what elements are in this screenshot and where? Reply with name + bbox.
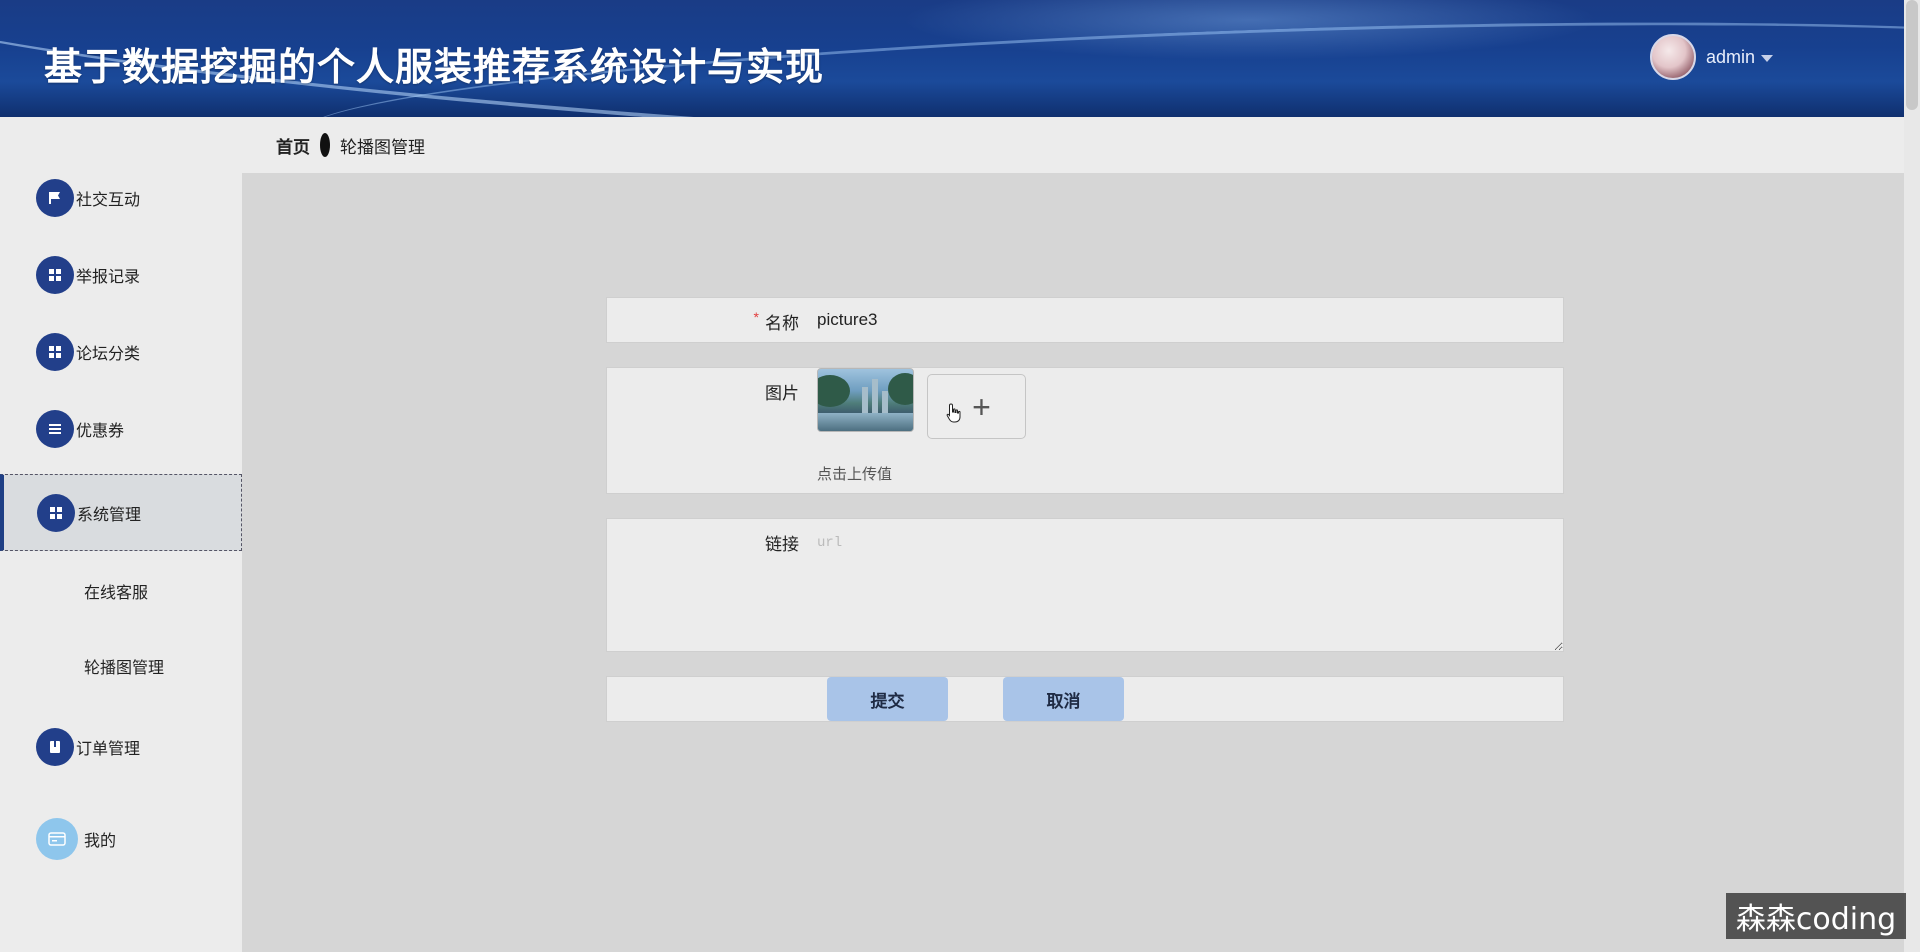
hand-cursor-icon xyxy=(946,403,961,423)
cancel-button[interactable]: 取消 xyxy=(1003,677,1124,721)
link-label: 链接 xyxy=(765,535,799,554)
name-input[interactable] xyxy=(809,298,1563,342)
avatar[interactable] xyxy=(1650,34,1696,80)
submit-button[interactable]: 提交 xyxy=(827,677,948,721)
sidebar-item-coupons[interactable]: 优惠券 xyxy=(0,397,242,461)
link-textarea[interactable] xyxy=(809,519,1563,651)
sidebar-item-label: 举报记录 xyxy=(76,269,141,286)
sidebar-item-social[interactable]: 社交互动 xyxy=(0,166,242,230)
uploaded-image-thumbnail[interactable] xyxy=(817,368,914,432)
sidebar-item-label: 订单管理 xyxy=(76,741,141,758)
flag-icon xyxy=(36,179,74,217)
sidebar-item-label: 系统管理 xyxy=(77,506,142,524)
scrollbar-thumb[interactable] xyxy=(1906,0,1918,110)
upload-tip: 点击上传值 xyxy=(817,466,893,483)
app-title: 基于数据挖掘的个人服装推荐系统设计与实现 xyxy=(44,45,825,89)
sidebar-item-mine[interactable]: 我的 xyxy=(0,807,242,871)
sidebar-item-label: 论坛分类 xyxy=(76,346,141,363)
upload-button[interactable]: + xyxy=(927,374,1026,439)
page-scrollbar[interactable] xyxy=(1904,0,1920,952)
user-menu[interactable]: admin xyxy=(1650,34,1774,80)
grid-icon xyxy=(36,333,74,371)
form-row-actions: 提交 取消 xyxy=(606,676,1564,722)
name-label: * 名称 xyxy=(754,309,799,334)
watermark: 森森coding xyxy=(1726,893,1906,939)
grid-icon xyxy=(36,256,74,294)
card-icon xyxy=(36,818,78,860)
image-content xyxy=(818,413,913,431)
sidebar-item-label: 优惠券 xyxy=(76,423,125,440)
image-content xyxy=(862,387,868,413)
image-content xyxy=(872,379,878,413)
sidebar-subitem-carousel[interactable]: 轮播图管理 xyxy=(84,654,164,678)
sidebar-item-label: 社交互动 xyxy=(76,192,141,209)
name-label-text: 名称 xyxy=(765,314,799,333)
sidebar-item-forum-category[interactable]: 论坛分类 xyxy=(0,320,242,384)
user-name[interactable]: admin xyxy=(1706,47,1755,68)
required-marker: * xyxy=(753,309,759,325)
image-content xyxy=(888,373,913,405)
form-row-name: * 名称 xyxy=(606,297,1564,343)
breadcrumb: 首页 轮播图管理 xyxy=(242,117,1904,173)
breadcrumb-home[interactable]: 首页 xyxy=(276,133,310,158)
form-row-link: 链接 xyxy=(606,518,1564,652)
image-content xyxy=(818,375,850,407)
image-content xyxy=(882,391,888,413)
chevron-down-icon[interactable] xyxy=(1761,54,1774,62)
image-label: 图片 xyxy=(765,384,799,403)
breadcrumb-separator xyxy=(320,133,330,157)
sidebar-item-orders[interactable]: 订单管理 xyxy=(0,715,242,779)
list-icon xyxy=(36,410,74,448)
grid-icon xyxy=(37,493,75,532)
sidebar: 社交互动 举报记录 论坛分类 优惠券 系统管理 在线客服 轮播图管理 订单管理 xyxy=(0,117,242,952)
app-header: 基于数据挖掘的个人服装推荐系统设计与实现 admin xyxy=(0,0,1904,117)
plus-icon: + xyxy=(972,388,991,425)
book-icon xyxy=(36,728,74,766)
sidebar-item-label: 我的 xyxy=(84,833,117,850)
breadcrumb-current: 轮播图管理 xyxy=(340,137,425,157)
sidebar-item-reports[interactable]: 举报记录 xyxy=(0,243,242,307)
form-row-image: 图片 + 点击上传值 xyxy=(606,367,1564,494)
sidebar-subitem-online-service[interactable]: 在线客服 xyxy=(84,579,148,603)
sidebar-item-system[interactable]: 系统管理 xyxy=(0,474,242,551)
